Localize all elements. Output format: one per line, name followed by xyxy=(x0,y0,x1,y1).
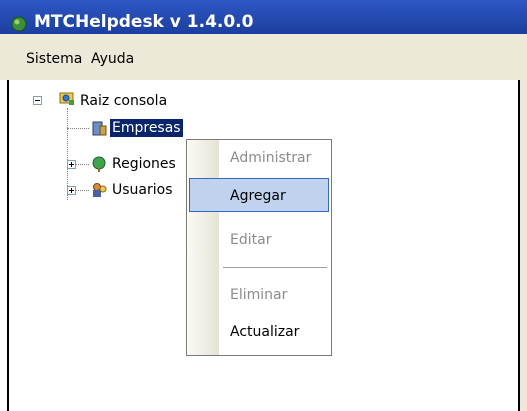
window-title: MTCHelpdesk v 1.4.0.0 xyxy=(34,12,254,32)
tree-node-regiones[interactable]: Regiones xyxy=(110,155,178,173)
region-globe-icon xyxy=(92,156,106,172)
collapse-toggle-root[interactable] xyxy=(33,96,42,105)
console-root-icon xyxy=(59,92,74,105)
tree-node-usuarios[interactable]: Usuarios xyxy=(110,181,175,199)
left-border xyxy=(7,80,9,411)
company-icon xyxy=(92,121,107,136)
app-icon xyxy=(11,16,27,32)
menu-item-eliminar[interactable]: Eliminar xyxy=(230,286,287,304)
menu-item-editar[interactable]: Editar xyxy=(230,231,271,249)
context-menu: Administrar Agregar Editar Eliminar Actu… xyxy=(186,139,332,356)
menu-separator xyxy=(223,267,327,268)
tree-connector xyxy=(67,128,89,129)
expand-toggle-usuarios[interactable] xyxy=(67,186,76,195)
menu-item-agregar[interactable]: Agregar xyxy=(230,187,286,205)
tree-node-root[interactable]: Raiz consola xyxy=(78,92,169,110)
title-bar[interactable]: MTCHelpdesk v 1.4.0.0 xyxy=(0,0,527,34)
context-menu-gutter xyxy=(187,140,219,355)
tree-node-empresas[interactable]: Empresas xyxy=(110,119,183,137)
menu-item-actualizar[interactable]: Actualizar xyxy=(230,323,299,341)
menu-bar: Sistema Ayuda xyxy=(0,34,527,80)
expand-toggle-regiones[interactable] xyxy=(67,160,76,169)
menu-item-administrar[interactable]: Administrar xyxy=(230,149,311,167)
right-window-frame xyxy=(520,80,527,411)
menu-sistema[interactable]: Sistema xyxy=(22,49,86,69)
menu-ayuda[interactable]: Ayuda xyxy=(87,49,138,69)
users-icon xyxy=(93,183,107,197)
